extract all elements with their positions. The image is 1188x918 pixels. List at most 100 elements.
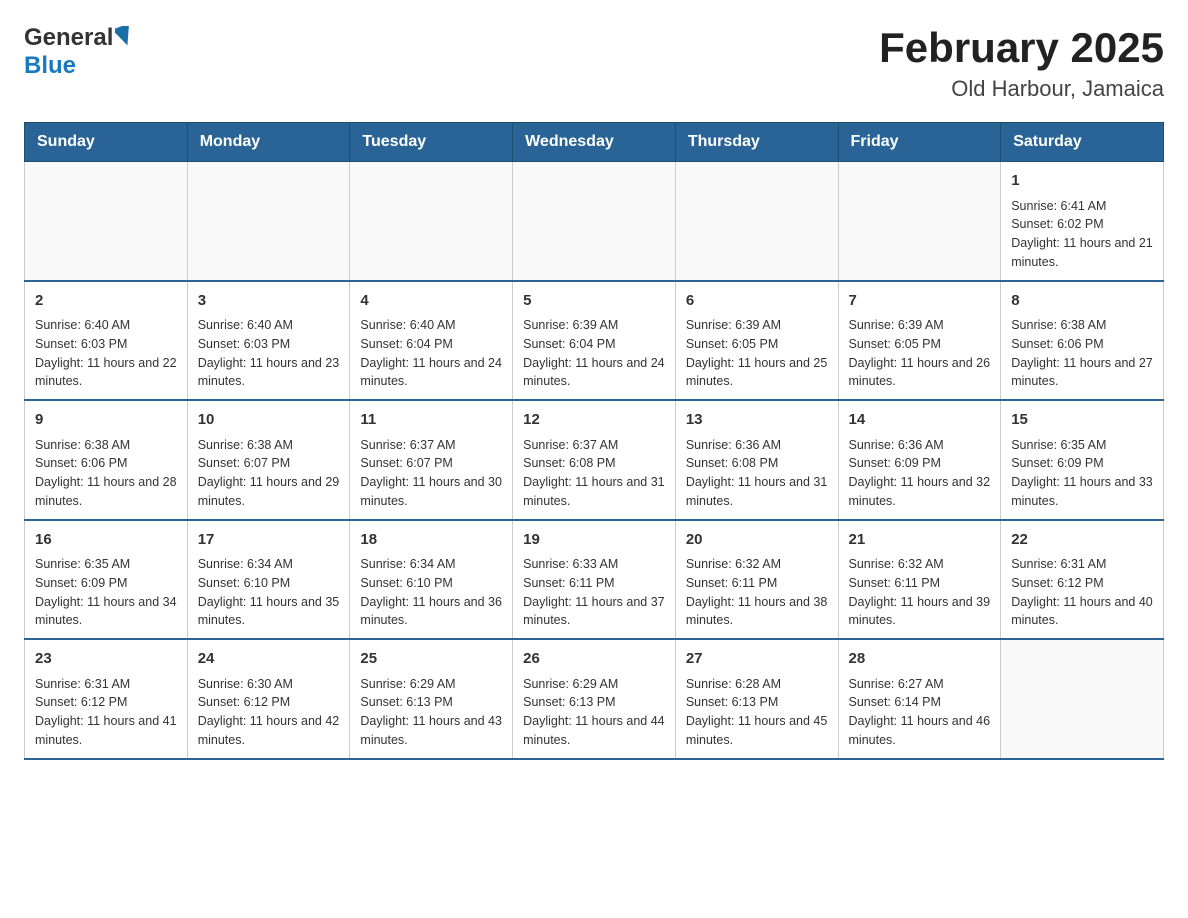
calendar-day-cell: 21 Sunrise: 6:32 AMSunset: 6:11 PMDayligh…: [838, 520, 1001, 640]
logo: General Blue: [24, 24, 133, 80]
day-info: Sunrise: 6:32 AMSunset: 6:11 PMDaylight:…: [849, 555, 991, 630]
day-number: 17: [198, 529, 340, 552]
day-info: Sunrise: 6:31 AMSunset: 6:12 PMDaylight:…: [1011, 555, 1153, 630]
calendar-day-cell: 20 Sunrise: 6:32 AMSunset: 6:11 PMDayligh…: [675, 520, 838, 640]
calendar-day-cell: [675, 162, 838, 281]
day-number: 22: [1011, 529, 1153, 552]
calendar-day-cell: 26 Sunrise: 6:29 AMSunset: 6:13 PMDayligh…: [513, 639, 676, 759]
day-info: Sunrise: 6:38 AMSunset: 6:06 PMDaylight:…: [35, 436, 177, 511]
day-number: 20: [686, 529, 828, 552]
day-info: Sunrise: 6:28 AMSunset: 6:13 PMDaylight:…: [686, 675, 828, 750]
calendar-day-cell: 24Sunrise: 6:30 AMSunset: 6:12 PMDayligh…: [187, 639, 350, 759]
calendar-day-cell: 3 Sunrise: 6:40 AMSunset: 6:03 PMDaylight…: [187, 281, 350, 401]
day-info: Sunrise: 6:38 AMSunset: 6:06 PMDaylight:…: [1011, 316, 1153, 391]
day-info: Sunrise: 6:34 AMSunset: 6:10 PMDaylight:…: [198, 555, 340, 630]
calendar-day-cell: [25, 162, 188, 281]
calendar-day-cell: 16 Sunrise: 6:35 AMSunset: 6:09 PMDayligh…: [25, 520, 188, 640]
logo-arrow-icon: [115, 26, 133, 51]
day-number: 25: [360, 648, 502, 671]
day-number: 14: [849, 409, 991, 432]
day-info: Sunrise: 6:37 AMSunset: 6:07 PMDaylight:…: [360, 436, 502, 511]
day-info: Sunrise: 6:38 AMSunset: 6:07 PMDaylight:…: [198, 436, 340, 511]
day-info: Sunrise: 6:40 AMSunset: 6:04 PMDaylight:…: [360, 316, 502, 391]
calendar-week-row: 16 Sunrise: 6:35 AMSunset: 6:09 PMDayligh…: [25, 520, 1164, 640]
weekday-header-saturday: Saturday: [1001, 123, 1164, 162]
day-number: 18: [360, 529, 502, 552]
calendar-day-cell: [838, 162, 1001, 281]
calendar-week-row: 2 Sunrise: 6:40 AMSunset: 6:03 PMDaylight…: [25, 281, 1164, 401]
day-number: 3: [198, 290, 340, 313]
day-number: 19: [523, 529, 665, 552]
day-number: 11: [360, 409, 502, 432]
day-info: Sunrise: 6:36 AMSunset: 6:08 PMDaylight:…: [686, 436, 828, 511]
day-info: Sunrise: 6:32 AMSunset: 6:11 PMDaylight:…: [686, 555, 828, 630]
day-info: Sunrise: 6:36 AMSunset: 6:09 PMDaylight:…: [849, 436, 991, 511]
day-number: 15: [1011, 409, 1153, 432]
calendar-table: SundayMondayTuesdayWednesdayThursdayFrid…: [24, 122, 1164, 760]
calendar-day-cell: [1001, 639, 1164, 759]
day-info: Sunrise: 6:39 AMSunset: 6:05 PMDaylight:…: [686, 316, 828, 391]
day-number: 7: [849, 290, 991, 313]
day-number: 21: [849, 529, 991, 552]
weekday-header-sunday: Sunday: [25, 123, 188, 162]
calendar-day-cell: 8 Sunrise: 6:38 AMSunset: 6:06 PMDaylight…: [1001, 281, 1164, 401]
calendar-day-cell: 22 Sunrise: 6:31 AMSunset: 6:12 PMDayligh…: [1001, 520, 1164, 640]
day-number: 12: [523, 409, 665, 432]
day-info: Sunrise: 6:39 AMSunset: 6:04 PMDaylight:…: [523, 316, 665, 391]
day-info: Sunrise: 6:35 AMSunset: 6:09 PMDaylight:…: [1011, 436, 1153, 511]
day-info: Sunrise: 6:35 AMSunset: 6:09 PMDaylight:…: [35, 555, 177, 630]
day-info: Sunrise: 6:40 AMSunset: 6:03 PMDaylight:…: [198, 316, 340, 391]
calendar-day-cell: 4 Sunrise: 6:40 AMSunset: 6:04 PMDaylight…: [350, 281, 513, 401]
day-number: 23: [35, 648, 177, 671]
calendar-day-cell: [350, 162, 513, 281]
day-info: Sunrise: 6:41 AMSunset: 6:02 PMDaylight:…: [1011, 197, 1153, 272]
day-number: 4: [360, 290, 502, 313]
day-info: Sunrise: 6:30 AMSunset: 6:12 PMDaylight:…: [198, 675, 340, 750]
calendar-day-cell: 18 Sunrise: 6:34 AMSunset: 6:10 PMDayligh…: [350, 520, 513, 640]
weekday-header-tuesday: Tuesday: [350, 123, 513, 162]
calendar-day-cell: 25 Sunrise: 6:29 AMSunset: 6:13 PMDayligh…: [350, 639, 513, 759]
calendar-day-cell: [187, 162, 350, 281]
day-number: 16: [35, 529, 177, 552]
weekday-header-wednesday: Wednesday: [513, 123, 676, 162]
calendar-day-cell: 6 Sunrise: 6:39 AMSunset: 6:05 PMDaylight…: [675, 281, 838, 401]
page-title: February 2025: [879, 24, 1164, 72]
calendar-day-cell: 14 Sunrise: 6:36 AMSunset: 6:09 PMDayligh…: [838, 400, 1001, 520]
title-block: February 2025 Old Harbour, Jamaica: [879, 24, 1164, 102]
day-number: 26: [523, 648, 665, 671]
calendar-week-row: 23 Sunrise: 6:31 AMSunset: 6:12 PMDayligh…: [25, 639, 1164, 759]
calendar-day-cell: 27 Sunrise: 6:28 AMSunset: 6:13 PMDayligh…: [675, 639, 838, 759]
day-number: 27: [686, 648, 828, 671]
weekday-header-thursday: Thursday: [675, 123, 838, 162]
calendar-day-cell: 9 Sunrise: 6:38 AMSunset: 6:06 PMDaylight…: [25, 400, 188, 520]
day-number: 6: [686, 290, 828, 313]
day-info: Sunrise: 6:40 AMSunset: 6:03 PMDaylight:…: [35, 316, 177, 391]
logo-general-text: General: [24, 24, 113, 52]
calendar-day-cell: 10 Sunrise: 6:38 AMSunset: 6:07 PMDayligh…: [187, 400, 350, 520]
calendar-day-cell: 2 Sunrise: 6:40 AMSunset: 6:03 PMDaylight…: [25, 281, 188, 401]
day-info: Sunrise: 6:39 AMSunset: 6:05 PMDaylight:…: [849, 316, 991, 391]
weekday-header-monday: Monday: [187, 123, 350, 162]
day-number: 8: [1011, 290, 1153, 313]
day-info: Sunrise: 6:37 AMSunset: 6:08 PMDaylight:…: [523, 436, 665, 511]
day-info: Sunrise: 6:31 AMSunset: 6:12 PMDaylight:…: [35, 675, 177, 750]
day-number: 5: [523, 290, 665, 313]
page-subtitle: Old Harbour, Jamaica: [879, 76, 1164, 102]
calendar-day-cell: 12 Sunrise: 6:37 AMSunset: 6:08 PMDayligh…: [513, 400, 676, 520]
calendar-week-row: 9 Sunrise: 6:38 AMSunset: 6:06 PMDaylight…: [25, 400, 1164, 520]
day-number: 10: [198, 409, 340, 432]
day-info: Sunrise: 6:33 AMSunset: 6:11 PMDaylight:…: [523, 555, 665, 630]
day-number: 1: [1011, 170, 1153, 193]
day-number: 2: [35, 290, 177, 313]
day-info: Sunrise: 6:29 AMSunset: 6:13 PMDaylight:…: [360, 675, 502, 750]
day-info: Sunrise: 6:29 AMSunset: 6:13 PMDaylight:…: [523, 675, 665, 750]
page-header: General Blue February 2025 Old Harbour, …: [24, 24, 1164, 102]
calendar-day-cell: 7 Sunrise: 6:39 AMSunset: 6:05 PMDaylight…: [838, 281, 1001, 401]
day-info: Sunrise: 6:34 AMSunset: 6:10 PMDaylight:…: [360, 555, 502, 630]
calendar-day-cell: 15 Sunrise: 6:35 AMSunset: 6:09 PMDayligh…: [1001, 400, 1164, 520]
calendar-day-cell: 11 Sunrise: 6:37 AMSunset: 6:07 PMDayligh…: [350, 400, 513, 520]
day-number: 9: [35, 409, 177, 432]
calendar-day-cell: 28Sunrise: 6:27 AMSunset: 6:14 PMDayligh…: [838, 639, 1001, 759]
calendar-day-cell: 1 Sunrise: 6:41 AMSunset: 6:02 PMDaylight…: [1001, 162, 1164, 281]
calendar-day-cell: 5 Sunrise: 6:39 AMSunset: 6:04 PMDaylight…: [513, 281, 676, 401]
